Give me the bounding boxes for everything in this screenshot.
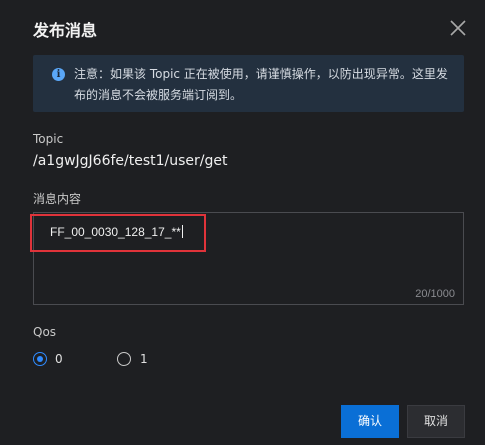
confirm-button[interactable]: 确认 (341, 405, 399, 438)
qos-label: Qos (33, 325, 57, 339)
char-counter: 20/1000 (415, 288, 455, 300)
annotation-highlight-box (30, 214, 206, 252)
dialog-title: 发布消息 (33, 21, 98, 40)
content-label: 消息内容 (33, 192, 82, 206)
notice-text: 注意：如果该 Topic 正在被使用，请谨慎操作，以防出现异常。这里发布的消息不… (74, 67, 448, 102)
dialog-header: 发布消息 (0, 0, 485, 58)
qos-option-1-label: 1 (140, 352, 148, 366)
cancel-button[interactable]: 取消 (407, 405, 465, 438)
publish-message-dialog: 发布消息 i 注意：如果该 Topic 正在被使用，请谨慎操作，以防出现异常。这… (0, 0, 485, 445)
topic-value: /a1gwJgJ66fe/test1/user/get (33, 153, 228, 169)
info-icon: i (52, 68, 65, 81)
qos-radio-1[interactable] (117, 352, 131, 366)
notice-banner: i 注意：如果该 Topic 正在被使用，请谨慎操作，以防出现异常。这里发布的消… (33, 55, 464, 112)
qos-radio-0[interactable] (33, 352, 47, 366)
topic-label: Topic (33, 132, 64, 146)
qos-option-0-label: 0 (55, 352, 63, 366)
close-icon[interactable] (449, 19, 467, 37)
